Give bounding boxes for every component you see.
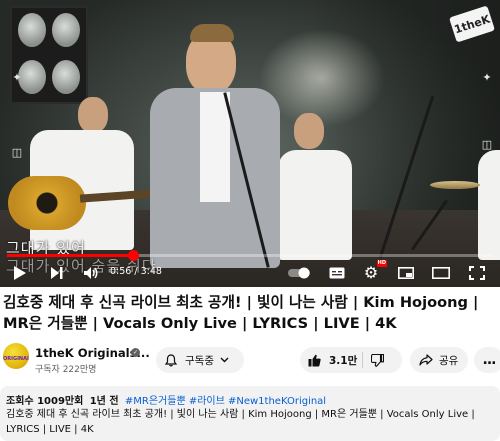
gear-icon: ⚙ [363, 263, 379, 282]
miniplayer-icon [398, 267, 414, 279]
guitar-body [8, 176, 86, 230]
share-icon [419, 354, 433, 366]
theater-icon [432, 267, 450, 279]
description-meta: 조회수 1009만회 1년 전 #MR은거들뿐 #라이브 #New1theKOr… [6, 392, 326, 407]
frame-mark-icon: ◫ [11, 146, 23, 159]
share-button[interactable]: 공유 [410, 347, 468, 373]
player-controls: 0:56 / 3:48 ⚙ HD [0, 258, 500, 287]
chevron-down-icon [220, 357, 229, 363]
autoplay-toggle[interactable] [286, 262, 312, 284]
autoplay-toggle-icon [288, 267, 310, 279]
frame-mark-icon: ✦ [482, 71, 492, 84]
play-icon [14, 266, 26, 280]
like-button[interactable]: 3.1만 [308, 347, 357, 373]
subscribed-label: 구독중 [185, 354, 214, 367]
verified-check-icon: ✓ [131, 348, 140, 357]
thumbs-down-icon [371, 353, 384, 367]
channel-row: ORIGINALS 1theK Originals... ✓ 구독자 222만명… [0, 343, 500, 377]
frame-mark-icon: ✦ [12, 71, 22, 84]
bell-icon [165, 353, 177, 366]
captions-button[interactable] [326, 262, 348, 284]
subscribed-button[interactable]: 구독중 [156, 347, 244, 373]
description-box[interactable]: 조회수 1009만회 1년 전 #MR은거들뿐 #라이브 #New1theKOr… [0, 386, 500, 441]
share-label: 공유 [439, 354, 459, 367]
captions-icon [329, 267, 345, 279]
dislike-button[interactable] [371, 347, 384, 373]
like-count: 3.1만 [329, 354, 358, 367]
next-button[interactable] [46, 262, 68, 284]
cymbal [430, 181, 480, 189]
video-title: 김호중 제대 후 신곡 라이브 최초 공개! | 빛이 나는 사람 | Kim … [3, 294, 479, 332]
time-current: 0:56 [110, 266, 132, 277]
play-button[interactable] [8, 262, 32, 284]
hd-badge: HD [376, 260, 387, 267]
fullscreen-button[interactable] [466, 262, 488, 284]
miniplayer-button[interactable] [395, 262, 417, 284]
subscriber-count: 구독자 222만명 [35, 365, 97, 375]
volume-button[interactable] [80, 262, 102, 284]
time-separator: / [131, 266, 141, 277]
upload-age: 1년 전 [89, 396, 119, 407]
hashtag-links[interactable]: #MR은거들뿐 #라이브 #New1theKOriginal [125, 396, 326, 407]
next-icon [51, 267, 63, 279]
channel-avatar[interactable]: ORIGINALS [3, 343, 29, 369]
more-actions-button[interactable]: ... [474, 347, 500, 373]
theater-mode-button[interactable] [430, 262, 452, 284]
settings-button[interactable]: ⚙ HD [360, 260, 387, 284]
time-total: 3:48 [140, 266, 162, 277]
progress-bar[interactable] [7, 250, 493, 261]
view-count: 조회수 1009만회 [6, 396, 84, 407]
thumbs-up-icon [308, 354, 321, 366]
like-dislike-group: 3.1만 [300, 347, 402, 373]
time-display: 0:56 / 3:48 [110, 266, 162, 277]
avatar-text: ORIGINALS [3, 356, 29, 362]
fullscreen-icon [469, 266, 485, 280]
more-label: ... [482, 352, 497, 368]
volume-icon [84, 267, 98, 279]
scene-window [10, 6, 88, 104]
description-text: 김호중 제대 후 신곡 라이브 최초 공개! | 빛이 나는 사람 | Kim … [6, 409, 475, 435]
frame-mark-icon: ◫ [481, 138, 493, 151]
video-player[interactable]: 1theK ✦ ◫ ✦ ◫ 그대가 있어 그대가 있어 숨을 쉬다 0:56 /… [0, 0, 500, 287]
progress-fill [7, 254, 133, 257]
like-divider [362, 352, 363, 368]
